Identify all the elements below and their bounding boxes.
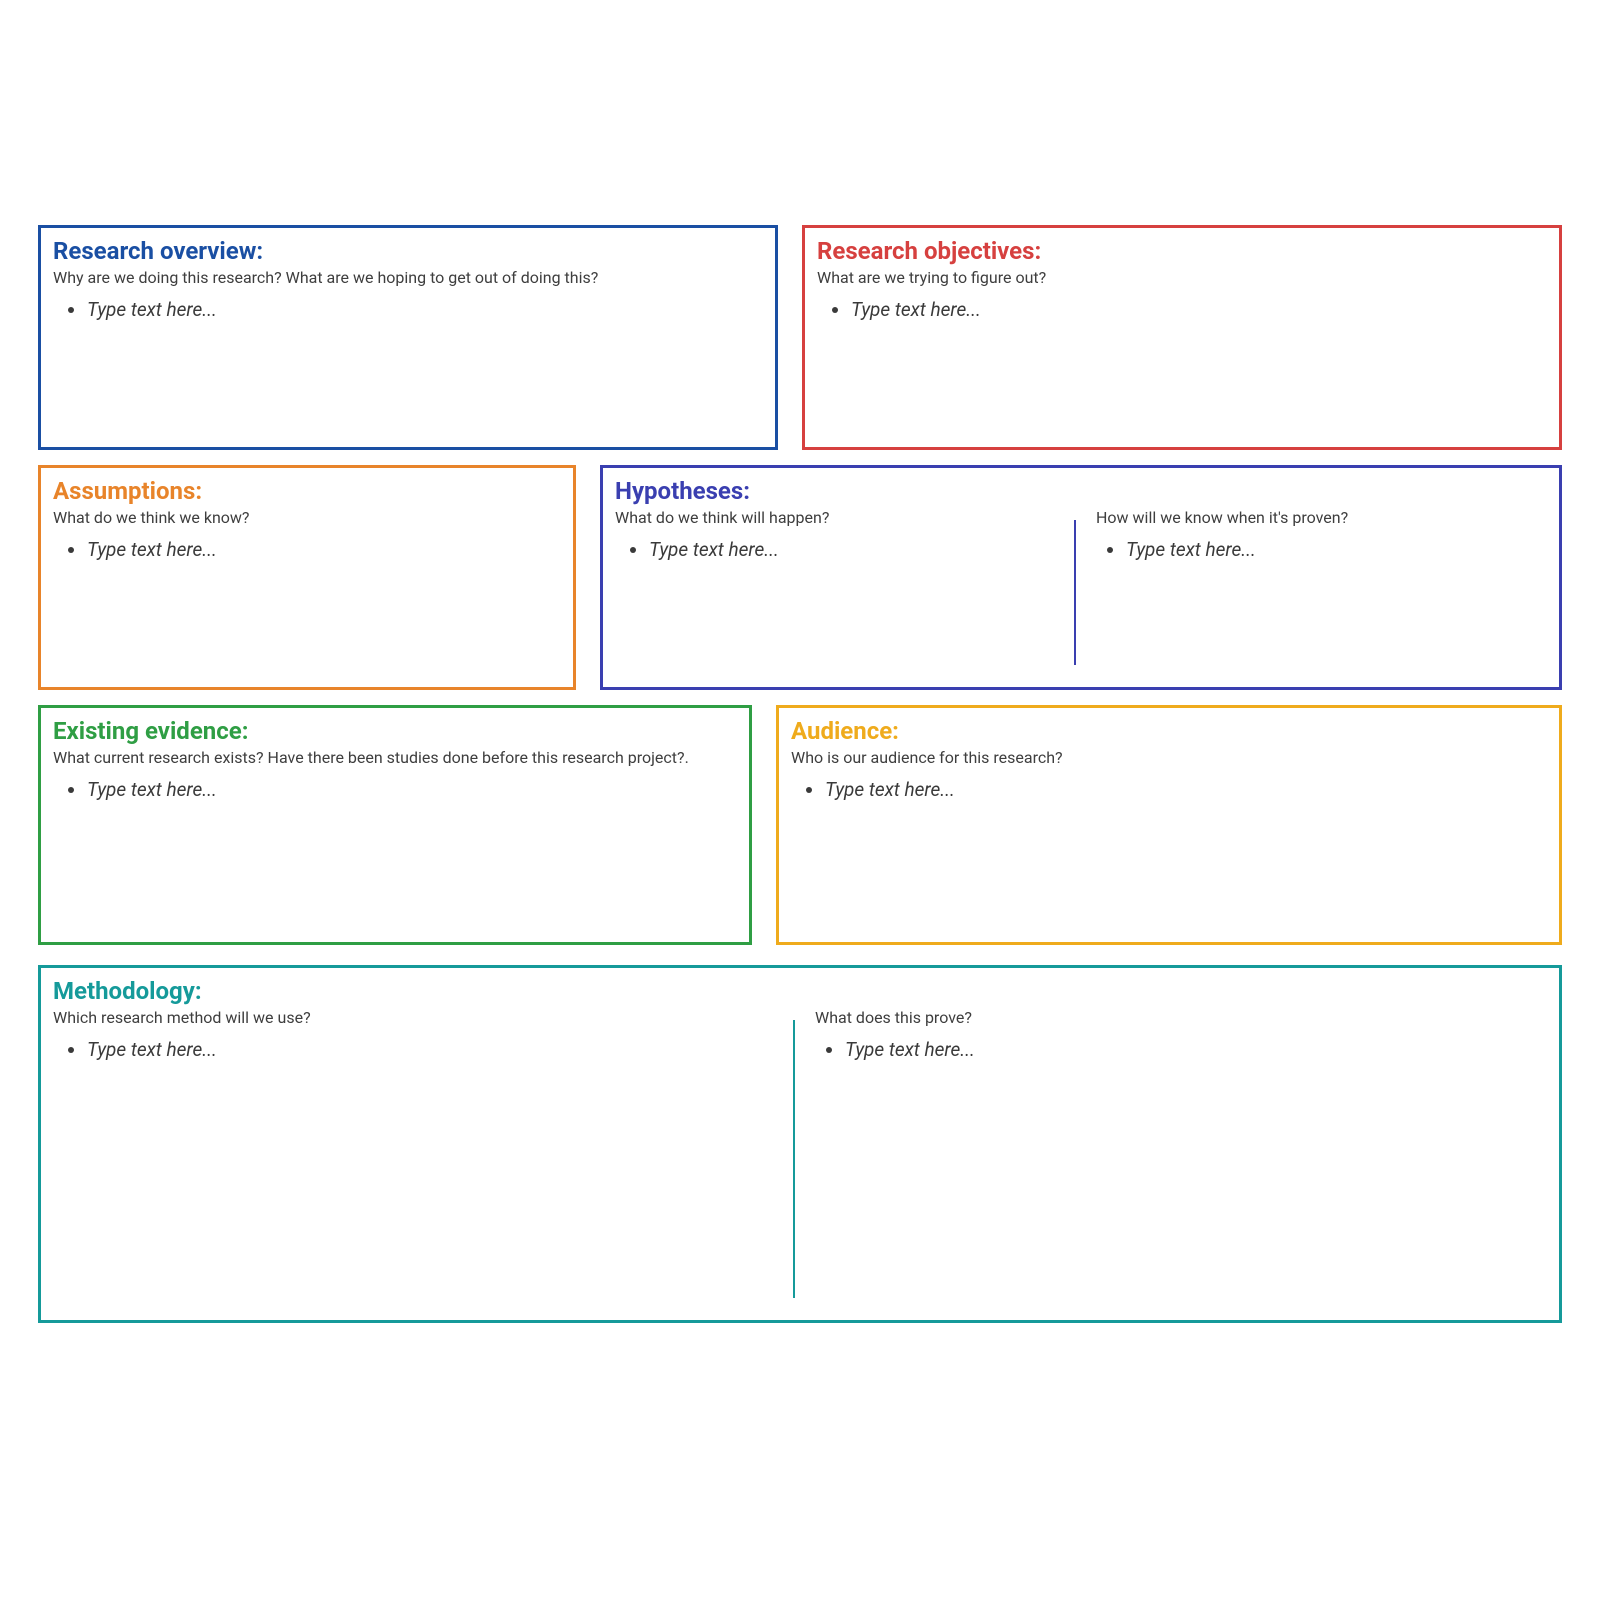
placeholder-text[interactable]: Type text here... — [87, 1037, 793, 1064]
section-title: Methodology: — [53, 976, 1559, 1006]
section-research-overview: Research overview: Why are we doing this… — [38, 225, 778, 450]
section-title: Existing evidence: — [53, 716, 737, 746]
divider-vertical — [793, 1020, 795, 1298]
section-hypotheses: Hypotheses: What do we think will happen… — [600, 465, 1562, 690]
section-title: Hypotheses: — [615, 476, 1559, 506]
placeholder-text[interactable]: Type text here... — [851, 297, 1547, 324]
section-methodology: Methodology: Which research method will … — [38, 965, 1562, 1323]
placeholder-text[interactable]: Type text here... — [87, 777, 737, 804]
section-subtitle: Who is our audience for this research? — [791, 748, 1547, 767]
placeholder-text[interactable]: Type text here... — [825, 777, 1547, 804]
hypotheses-left-column: What do we think will happen? Type text … — [615, 506, 1074, 679]
hypotheses-right-column: How will we know when it's proven? Type … — [1074, 506, 1559, 679]
section-title: Research objectives: — [817, 236, 1547, 266]
divider-vertical — [1074, 520, 1076, 665]
placeholder-text[interactable]: Type text here... — [87, 297, 763, 324]
placeholder-text[interactable]: Type text here... — [845, 1037, 1551, 1064]
placeholder-text[interactable]: Type text here... — [1126, 537, 1551, 564]
section-subtitle: What do we think we know? — [53, 508, 561, 527]
research-plan-canvas: Research overview: Why are we doing this… — [0, 0, 1600, 1600]
section-subtitle: What do we think will happen? — [615, 508, 1074, 527]
section-title: Research overview: — [53, 236, 763, 266]
section-subtitle: What does this prove? — [815, 1008, 1551, 1027]
placeholder-text[interactable]: Type text here... — [649, 537, 1074, 564]
section-subtitle: Which research method will we use? — [53, 1008, 793, 1027]
section-title: Assumptions: — [53, 476, 561, 506]
placeholder-text[interactable]: Type text here... — [87, 537, 561, 564]
section-subtitle: What are we trying to figure out? — [817, 268, 1547, 287]
section-subtitle: What current research exists? Have there… — [53, 748, 737, 767]
section-subtitle: Why are we doing this research? What are… — [53, 268, 763, 287]
section-existing-evidence: Existing evidence: What current research… — [38, 705, 752, 945]
section-assumptions: Assumptions: What do we think we know? T… — [38, 465, 576, 690]
methodology-left-column: Which research method will we use? Type … — [53, 1006, 793, 1312]
section-subtitle: How will we know when it's proven? — [1096, 508, 1551, 527]
section-audience: Audience: Who is our audience for this r… — [776, 705, 1562, 945]
section-title: Audience: — [791, 716, 1547, 746]
methodology-right-column: What does this prove? Type text here... — [793, 1006, 1559, 1312]
section-research-objectives: Research objectives: What are we trying … — [802, 225, 1562, 450]
